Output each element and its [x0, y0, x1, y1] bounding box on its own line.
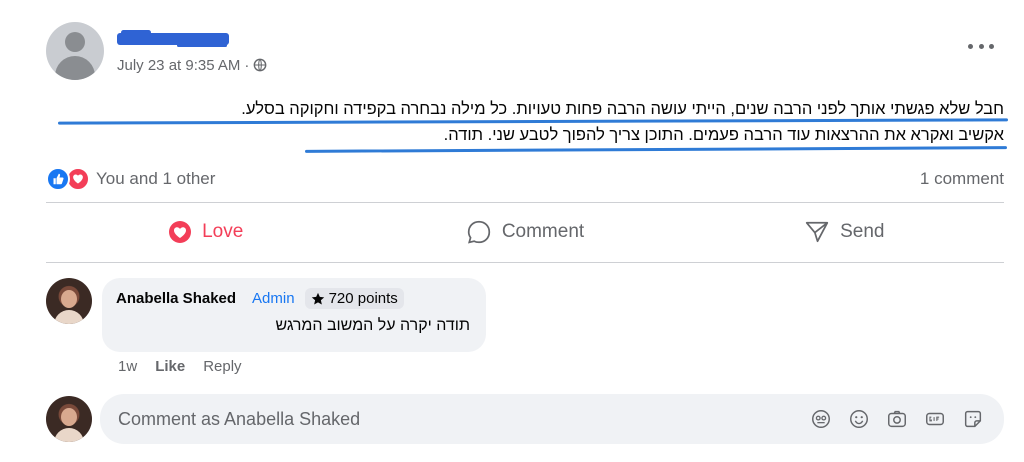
comment-input-placeholder: Comment as Anabella Shaked	[118, 408, 361, 429]
reactions-row: You and 1 other 1 comment	[46, 166, 1004, 192]
comment-reply-link[interactable]: Reply	[203, 358, 241, 375]
like-reaction-icon	[46, 167, 70, 191]
points-label: 720 points	[328, 290, 398, 307]
author-block: July 23 at 9:35 AM ·	[117, 29, 267, 74]
sticker-icon[interactable]	[962, 408, 984, 430]
gif-icon[interactable]	[924, 408, 946, 430]
comment-actions: 1w Like Reply	[118, 358, 260, 375]
love-button-label: Love	[202, 221, 244, 242]
post-text-line: אקשיב ואקרא את ההרצאות עוד הרבה פעמים. ה…	[443, 126, 1004, 144]
comment-text: תודה יקרה על המשוב המרגש	[275, 317, 470, 334]
comment-count[interactable]: 1 comment	[920, 169, 1004, 189]
admin-badge: Admin	[252, 290, 295, 307]
composer-tools	[794, 408, 984, 430]
comment-input[interactable]: Comment as Anabella Shaked	[100, 394, 1004, 444]
commenter-name[interactable]: Anabella Shaked	[116, 290, 236, 307]
camera-icon[interactable]	[886, 408, 908, 430]
post-header: July 23 at 9:35 AM ·	[46, 22, 267, 80]
send-button-label: Send	[840, 221, 885, 242]
comment-age[interactable]: 1w	[118, 358, 137, 375]
more-icon[interactable]	[968, 36, 994, 56]
avatar[interactable]	[46, 396, 92, 442]
comment-icon	[467, 220, 490, 244]
points-badge[interactable]: 720 points	[304, 288, 404, 309]
divider	[46, 262, 1004, 263]
comment-button[interactable]: Comment	[365, 206, 684, 258]
meta-separator: ·	[244, 56, 250, 74]
emoji-icon[interactable]	[848, 408, 870, 430]
comment-button-label: Comment	[501, 221, 585, 242]
love-button[interactable]: Love	[46, 206, 365, 258]
globe-icon	[254, 58, 267, 72]
post-timestamp[interactable]: July 23 at 9:35 AM	[117, 57, 240, 74]
post-meta: July 23 at 9:35 AM ·	[117, 57, 267, 74]
send-button[interactable]: Send	[685, 206, 1004, 258]
comment-item: Anabella Shaked Admin 720 points תודה יק…	[46, 278, 486, 352]
avatar[interactable]	[46, 278, 92, 324]
star-icon	[311, 292, 324, 305]
comment-composer: Comment as Anabella Shaked	[46, 394, 1004, 444]
comment-header: Anabella Shaked Admin 720 points	[116, 288, 472, 309]
comment-like-link[interactable]: Like	[155, 358, 185, 375]
post-actions: Love Comment Send	[46, 206, 1004, 258]
reactions-text[interactable]: You and 1 other	[96, 169, 215, 189]
reactions-summary[interactable]: You and 1 other	[46, 167, 215, 191]
divider	[46, 202, 1004, 203]
avatar-sticker-icon[interactable]	[810, 408, 832, 430]
comment-bubble: Anabella Shaked Admin 720 points תודה יק…	[102, 278, 486, 352]
heart-icon	[169, 221, 192, 243]
author-avatar[interactable]	[46, 22, 104, 80]
send-icon	[805, 221, 829, 243]
author-name-redacted[interactable]	[117, 29, 229, 47]
